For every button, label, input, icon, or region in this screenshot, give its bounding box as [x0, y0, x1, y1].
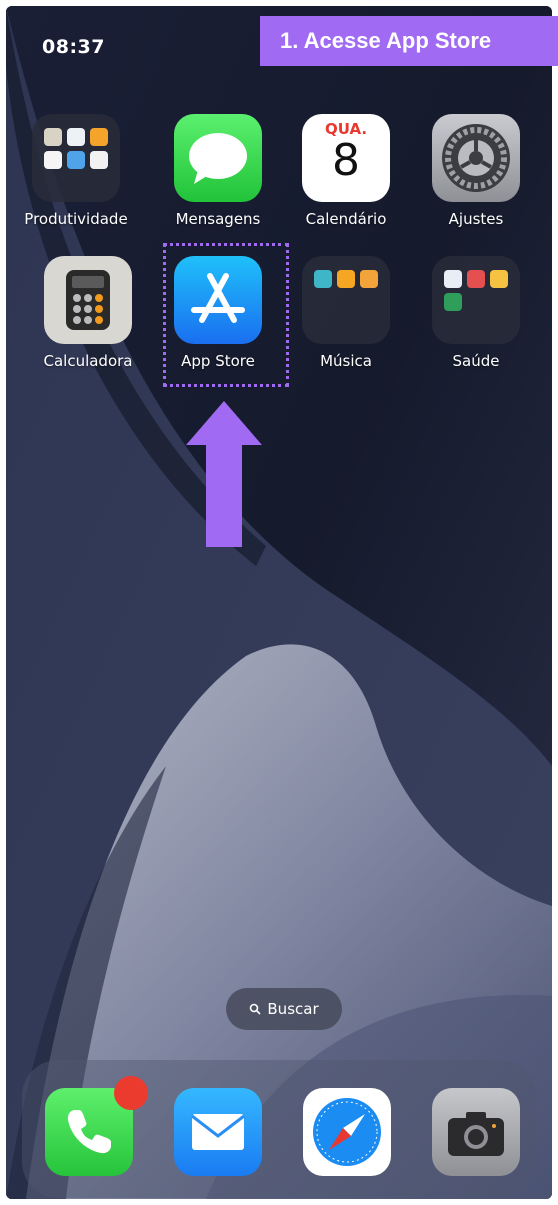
app-ajustes[interactable]: Ajustes: [416, 114, 536, 228]
app-label: Calendário: [305, 210, 387, 228]
app-label: Saúde: [452, 352, 500, 370]
calendar-day: 8: [332, 135, 360, 186]
calendar-icon: QUA. 8: [302, 114, 390, 202]
safari-icon[interactable]: [303, 1088, 391, 1176]
app-musica[interactable]: Música: [286, 256, 406, 370]
notification-badge: [114, 1076, 148, 1110]
music-folder-icon: [302, 256, 390, 344]
app-produtividade[interactable]: Produtividade: [16, 114, 136, 228]
up-arrow-icon: [186, 401, 262, 547]
app-label: Ajustes: [448, 210, 504, 228]
mail-icon[interactable]: [174, 1088, 262, 1176]
app-store-highlight: [163, 243, 289, 387]
health-folder-icon: [432, 256, 520, 344]
magnifier-icon: [249, 989, 261, 1031]
status-time: 08:37: [42, 36, 105, 58]
app-label: Produtividade: [24, 210, 128, 228]
camera-icon[interactable]: [432, 1088, 520, 1176]
messages-icon: [174, 114, 262, 202]
app-calendario[interactable]: QUA. 8 Calendário: [286, 114, 406, 228]
app-mensagens[interactable]: Mensagens: [158, 114, 278, 228]
app-saude[interactable]: Saúde: [416, 256, 536, 370]
app-label: Mensagens: [175, 210, 261, 228]
search-label: Buscar: [267, 1000, 319, 1018]
calculator-icon: [44, 256, 132, 344]
app-label: Calculadora: [43, 352, 133, 370]
productivity-folder-icon: [32, 114, 120, 202]
phone-screen: 08:37 Produtividade Mensagens QUA. 8 Cal…: [6, 6, 552, 1199]
app-calculadora[interactable]: Calculadora: [28, 256, 148, 370]
settings-icon: [432, 114, 520, 202]
app-label: Música: [320, 352, 372, 370]
search-button[interactable]: Buscar: [226, 988, 342, 1030]
instruction-banner: 1. Acesse App Store: [260, 16, 558, 66]
